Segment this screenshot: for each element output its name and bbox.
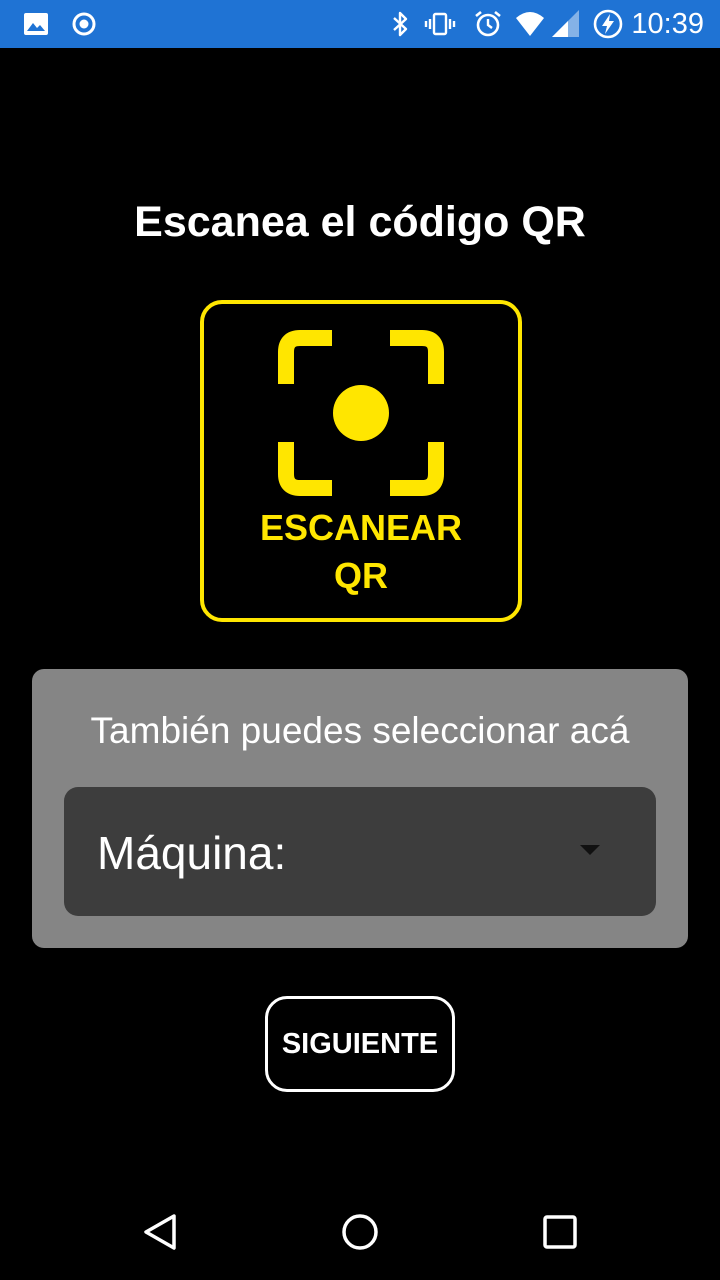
recents-icon[interactable] <box>536 1208 584 1256</box>
select-hint-text: También puedes seleccionar acá <box>90 710 630 751</box>
status-time: 10:39 <box>631 8 704 40</box>
next-button-label: SIGUIENTE <box>281 1028 439 1060</box>
machine-select-card: También puedes seleccionar acá Máquina: <box>32 669 688 948</box>
back-icon[interactable] <box>136 1208 184 1256</box>
status-bar: 10:39 <box>0 0 720 48</box>
scan-qr-label: ESCANEAR QR <box>259 507 463 596</box>
wifi-icon <box>514 8 546 40</box>
bluetooth-icon <box>384 8 416 40</box>
next-button[interactable]: SIGUIENTE <box>265 996 455 1092</box>
home-icon[interactable] <box>336 1208 384 1256</box>
dropdown-arrow-icon <box>580 845 600 857</box>
signal-icon <box>550 8 582 40</box>
alarm-icon <box>472 8 504 40</box>
navigation-bar <box>0 1184 720 1280</box>
qr-scan-icon <box>278 330 444 496</box>
vibrate-icon <box>424 8 456 40</box>
battery-charging-icon <box>592 8 624 40</box>
app-screen: 10:39 Escanea el código QR ESCANEAR QR T… <box>0 0 720 1280</box>
record-icon <box>68 8 100 40</box>
machine-dropdown[interactable]: Máquina: <box>64 787 656 916</box>
machine-dropdown-label: Máquina: <box>97 827 287 879</box>
image-icon <box>20 8 52 40</box>
page-title: Escanea el código QR <box>134 198 586 246</box>
scan-qr-button[interactable]: ESCANEAR QR <box>200 300 522 622</box>
